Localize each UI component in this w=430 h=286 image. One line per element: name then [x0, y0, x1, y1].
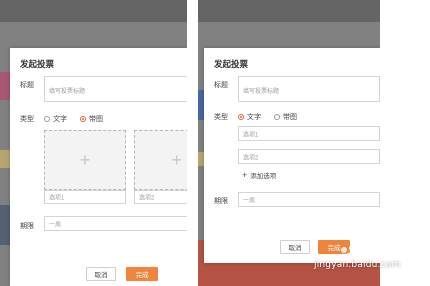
deadline-select[interactable]: 一周	[44, 216, 187, 231]
radio-circle-selected	[238, 114, 244, 120]
option-2-input[interactable]: 选项2	[238, 149, 380, 164]
radio-circle	[44, 116, 50, 122]
title-input[interactable]: 填写投票标题	[238, 76, 380, 102]
left-screenshot-panel: 发起投票 标题 填写投票标题 类型 文字 带图 + 选项1 + 选项2 期限 一…	[0, 0, 187, 286]
type-radio-image-label: 带图	[89, 116, 103, 123]
plus-icon: +	[171, 150, 183, 170]
add-option-button[interactable]: + 添加选项	[242, 170, 276, 180]
watermark-text: jingyan.baidu.com	[314, 260, 401, 270]
type-radio-text-label: 文字	[247, 114, 261, 121]
type-radio-image-label: 带图	[283, 114, 297, 121]
option-2-input[interactable]: 选项2	[134, 190, 187, 204]
type-label: 类型	[20, 116, 34, 123]
deadline-select[interactable]: 一周	[238, 192, 380, 207]
radio-circle-selected	[80, 116, 86, 122]
type-radio-image[interactable]: 带图	[80, 114, 103, 124]
type-label: 类型	[214, 114, 228, 121]
title-placeholder: 填写投票标题	[49, 89, 86, 95]
option-2-placeholder: 选项2	[243, 155, 259, 161]
deadline-label: 期限	[20, 223, 34, 230]
cancel-button[interactable]: 取消	[86, 267, 116, 281]
cancel-button[interactable]: 取消	[280, 240, 310, 254]
type-radio-text-label: 文字	[53, 116, 67, 123]
image-upload-2[interactable]: +	[134, 130, 187, 190]
image-upload-1[interactable]: +	[44, 130, 126, 190]
option-1-placeholder: 选项1	[49, 195, 65, 202]
vote-dialog: 发起投票 标题 填写投票标题 类型 文字 带图 + 选项1 + 选项2 期限 一…	[10, 48, 187, 286]
type-radio-image[interactable]: 带图	[274, 112, 297, 122]
add-icon: +	[242, 170, 248, 180]
title-label: 标题	[20, 82, 34, 89]
title-placeholder: 填写投票标题	[243, 89, 280, 95]
confirm-button[interactable]: 完成	[126, 267, 158, 281]
deadline-value: 一周	[49, 222, 62, 228]
dialog-title: 发起投票	[214, 59, 249, 69]
deadline-value: 一周	[243, 198, 256, 204]
plus-icon: +	[79, 150, 91, 170]
vote-dialog: 发起投票 标题 填写投票标题 类型 文字 带图 选项1 选项2 + 添加选项 期…	[204, 48, 380, 263]
type-radio-text[interactable]: 文字	[238, 112, 261, 122]
type-radio-text[interactable]: 文字	[44, 114, 67, 124]
title-input[interactable]: 填写投票标题	[44, 76, 187, 102]
deadline-label: 期限	[214, 198, 228, 205]
option-1-placeholder: 选项1	[243, 132, 259, 138]
option-1-input[interactable]: 选项1	[44, 190, 126, 204]
add-option-label: 添加选项	[250, 173, 277, 180]
dialog-title: 发起投票	[20, 59, 55, 69]
option-1-input[interactable]: 选项1	[238, 126, 380, 141]
title-label: 标题	[214, 82, 228, 89]
option-2-placeholder: 选项2	[139, 195, 155, 202]
radio-circle	[274, 114, 280, 120]
